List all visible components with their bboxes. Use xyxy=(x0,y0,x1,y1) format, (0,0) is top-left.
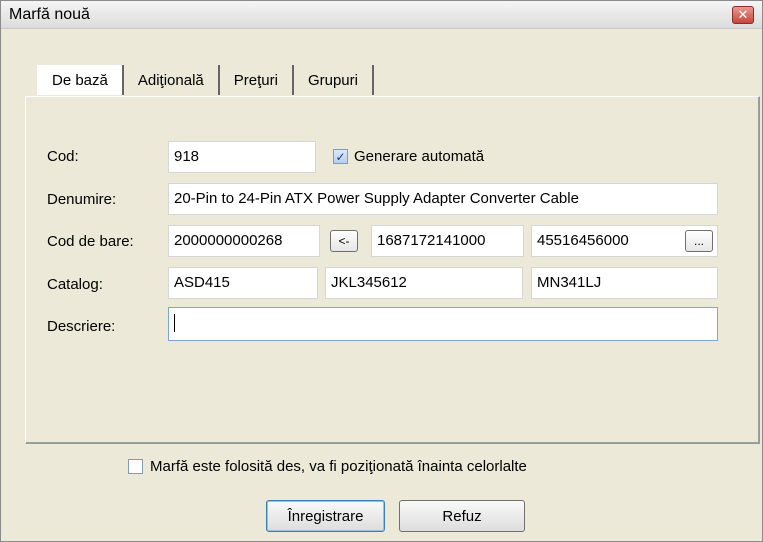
catalog-value-2: JKL345612 xyxy=(331,274,407,291)
denumire-input[interactable]: 20-Pin to 24-Pin ATX Power Supply Adapte… xyxy=(168,183,718,215)
barcode-input-2[interactable]: 1687172141000 xyxy=(371,225,524,257)
dialog-window: Marfă nouă ✕ De bază Adiţională Preţuri … xyxy=(0,0,763,542)
tab-preturi[interactable]: Preţuri xyxy=(220,65,294,95)
tab-de-baza[interactable]: De bază xyxy=(37,65,124,95)
catalog-input-2[interactable]: JKL345612 xyxy=(325,267,523,299)
arrow-left-icon: <- xyxy=(338,234,350,248)
cod-label: Cod: xyxy=(47,148,79,165)
denumire-value: 20-Pin to 24-Pin ATX Power Supply Adapte… xyxy=(174,190,579,207)
catalog-input-1[interactable]: ASD415 xyxy=(168,267,318,299)
barcode-label: Cod de bare: xyxy=(47,233,134,250)
cancel-button[interactable]: Refuz xyxy=(399,500,525,532)
tab-label: De bază xyxy=(52,71,108,89)
auto-generate-label: Generare automată xyxy=(354,148,485,165)
save-button-label: Înregistrare xyxy=(287,507,364,525)
barcode-more-button[interactable]: ... xyxy=(685,230,713,252)
checkmark-icon: ✓ xyxy=(335,149,346,164)
auto-generate-checkbox[interactable]: ✓ xyxy=(333,149,348,164)
barcode-value-1: 2000000000268 xyxy=(174,232,283,249)
barcode-arrow-button[interactable]: <- xyxy=(330,230,358,252)
frequent-checkbox[interactable] xyxy=(128,459,143,474)
descriere-label: Descriere: xyxy=(47,318,116,335)
cod-input[interactable]: 918 xyxy=(168,141,316,173)
tab-label: Grupuri xyxy=(307,71,358,89)
title-bar: Marfă nouă ✕ xyxy=(1,1,762,29)
ellipsis-icon: ... xyxy=(693,234,704,248)
text-caret xyxy=(174,314,175,333)
tab-grupuri[interactable]: Grupuri xyxy=(294,65,374,95)
barcode-value-2: 1687172141000 xyxy=(377,232,486,249)
catalog-value-1: ASD415 xyxy=(174,274,230,291)
frequent-label: Marfă este folosită des, va fi poziţiona… xyxy=(150,458,527,475)
window-title: Marfă nouă xyxy=(9,6,90,23)
catalog-input-3[interactable]: MN341LJ xyxy=(531,267,718,299)
tab-label: Adiţională xyxy=(137,71,204,89)
tab-strip: De bază Adiţională Preţuri Grupuri xyxy=(37,65,374,95)
catalog-value-3: MN341LJ xyxy=(537,274,602,291)
barcode-value-3: 45516456000 xyxy=(537,232,629,249)
cod-value: 918 xyxy=(174,148,200,165)
barcode-input-1[interactable]: 2000000000268 xyxy=(168,225,320,257)
tab-aditionala[interactable]: Adiţională xyxy=(124,65,220,95)
save-button[interactable]: Înregistrare xyxy=(266,500,385,532)
denumire-label: Denumire: xyxy=(47,191,117,208)
close-button[interactable]: ✕ xyxy=(732,6,754,24)
close-icon: ✕ xyxy=(737,7,749,22)
catalog-label: Catalog: xyxy=(47,276,103,293)
cancel-button-label: Refuz xyxy=(442,507,482,525)
descriere-input[interactable] xyxy=(168,307,718,341)
tab-label: Preţuri xyxy=(233,71,278,89)
